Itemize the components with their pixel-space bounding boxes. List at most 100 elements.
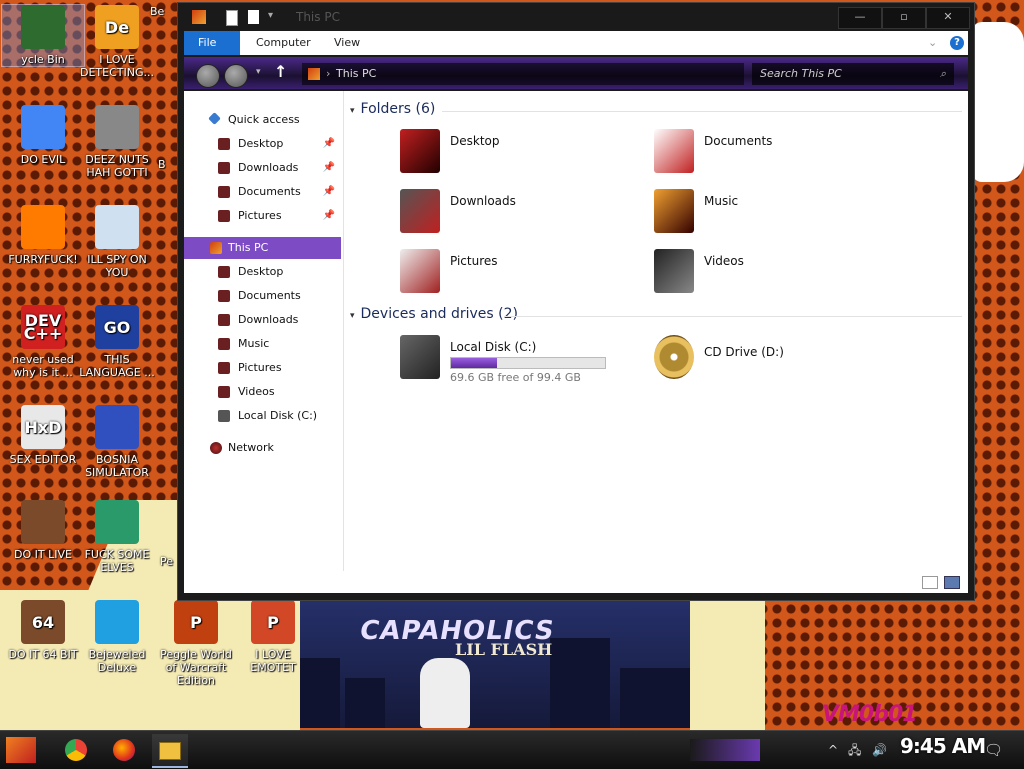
group-drives-header[interactable]: ▾ Devices and drives (2) bbox=[350, 306, 518, 322]
desktop-icon-label: DO IT LIVE bbox=[14, 548, 72, 561]
tab-file[interactable]: File bbox=[184, 31, 240, 55]
desktop-icon[interactable]: HxD SEX EDITOR bbox=[2, 405, 84, 466]
folder-icon bbox=[218, 186, 230, 198]
close-button[interactable]: ✕ bbox=[926, 7, 970, 29]
taskbar-file-explorer[interactable] bbox=[152, 734, 188, 768]
nav-pc-item[interactable]: Videos bbox=[184, 381, 341, 403]
tab-computer[interactable]: Computer bbox=[242, 31, 325, 55]
nav-quick-item[interactable]: Downloads 📌 bbox=[184, 157, 341, 179]
properties-icon[interactable] bbox=[226, 10, 238, 26]
large-icons-view-icon[interactable] bbox=[944, 576, 960, 589]
minimize-button[interactable]: — bbox=[838, 7, 882, 29]
title-bar[interactable]: ▾ This PC — ▫ ✕ bbox=[178, 3, 974, 31]
folder-tile[interactable]: Downloads bbox=[400, 189, 600, 241]
search-input[interactable]: Search This PC ⌕ bbox=[752, 63, 954, 85]
tab-view[interactable]: View bbox=[320, 31, 374, 55]
desktop-icon[interactable]: FURRYFUCK! bbox=[2, 205, 84, 266]
nav-quick-item[interactable]: Pictures 📌 bbox=[184, 205, 341, 227]
group-label: Folders (6) bbox=[360, 101, 436, 117]
desktop-icon[interactable]: P I LOVE EMOTET bbox=[232, 600, 314, 674]
desktop-icon[interactable]: DO EVIL bbox=[2, 105, 84, 166]
desktop-icon[interactable]: BOSNIA SIMULATOR bbox=[76, 405, 158, 479]
nav-pc-item[interactable]: Downloads bbox=[184, 309, 341, 331]
pin-icon[interactable]: 📌 bbox=[323, 205, 335, 227]
this-pc-icon bbox=[210, 242, 222, 254]
pin-icon[interactable]: 📌 bbox=[323, 157, 335, 179]
desktop-icon-label-partial[interactable]: Be bbox=[150, 5, 180, 18]
nav-quick-item[interactable]: Desktop 📌 bbox=[184, 133, 341, 155]
folder-name: Documents bbox=[704, 134, 773, 148]
folder-tile[interactable]: Videos bbox=[654, 249, 854, 301]
desktop-icon-label: Peggle World of Warcraft Edition bbox=[160, 648, 232, 687]
wallpaper-shape bbox=[690, 598, 765, 730]
ribbon-expand-icon[interactable]: ⌄ bbox=[928, 36, 937, 49]
desktop-icon[interactable]: Bejeweled Deluxe bbox=[76, 600, 158, 674]
chevron-down-icon[interactable]: ▾ bbox=[268, 10, 282, 24]
nav-network[interactable]: Network bbox=[184, 437, 341, 459]
breadcrumb-this-pc[interactable]: This PC bbox=[336, 63, 376, 85]
pin-icon[interactable]: 📌 bbox=[323, 181, 335, 203]
volume-icon[interactable]: 🔊 bbox=[872, 731, 887, 769]
desktop-icon[interactable]: ILL SPY ON YOU bbox=[76, 205, 158, 279]
wallpaper-shape bbox=[972, 22, 1024, 182]
taskbar-chrome[interactable] bbox=[58, 734, 94, 766]
desktop-icon-image bbox=[21, 5, 65, 49]
desktop-icon[interactable]: GO THIS LANGUAGE ... bbox=[76, 305, 158, 379]
search-icon[interactable]: ⌕ bbox=[940, 63, 946, 85]
network-tray-icon[interactable]: 🖧 bbox=[848, 731, 861, 769]
desktop-icon[interactable]: DEEZ NUTS HAH GOTTI bbox=[76, 105, 158, 179]
desktop-icon[interactable]: 64 DO IT 64 BIT bbox=[2, 600, 84, 661]
nav-pc-item[interactable]: Pictures bbox=[184, 357, 341, 379]
pin-icon[interactable]: 📌 bbox=[323, 133, 335, 155]
action-center-icon[interactable]: 🗨 bbox=[984, 731, 1003, 769]
desktop-icon[interactable]: FUCK SOME ELVES bbox=[76, 500, 158, 574]
nav-pc-item[interactable]: Documents bbox=[184, 285, 341, 307]
maximize-button[interactable]: ▫ bbox=[882, 7, 926, 29]
desktop-icon[interactable]: DO IT LIVE bbox=[2, 500, 84, 561]
up-arrow-icon[interactable]: ↑ bbox=[274, 62, 287, 81]
folder-tile[interactable]: Documents bbox=[654, 129, 854, 181]
group-folders-header[interactable]: ▾ Folders (6) bbox=[350, 101, 435, 117]
desktop-icon[interactable]: ycle Bin bbox=[1, 4, 85, 67]
desktop-icon[interactable]: DEV C++ never used why is it ... bbox=[2, 305, 84, 379]
drive-local-disk-c[interactable]: Local Disk (C:) 69.6 GB free of 99.4 GB bbox=[400, 335, 620, 387]
clock[interactable]: 9:45 AM bbox=[900, 734, 986, 758]
desktop-icon-image: P bbox=[174, 600, 218, 644]
collapse-icon[interactable]: ▾ bbox=[350, 106, 355, 116]
desktop-icon-label: DO IT 64 BIT bbox=[8, 648, 78, 661]
breadcrumb-separator-icon: › bbox=[326, 67, 331, 80]
breadcrumb[interactable]: › This PC bbox=[302, 63, 744, 85]
recent-locations-icon[interactable]: ▾ bbox=[256, 67, 261, 77]
forward-button[interactable] bbox=[224, 64, 248, 88]
nav-this-pc[interactable]: This PC bbox=[184, 237, 341, 259]
folder-tile[interactable]: Pictures bbox=[400, 249, 600, 301]
desktop-icon-image bbox=[95, 405, 139, 449]
navigation-pane: Quick access Desktop 📌 Downloads 📌 Documents… bbox=[184, 91, 344, 571]
nav-pc-item[interactable]: Desktop bbox=[184, 261, 341, 283]
drive-cd-d[interactable]: CD Drive (D:) bbox=[654, 335, 874, 387]
folder-tile[interactable]: Music bbox=[654, 189, 854, 241]
desktop-icon-label: FURRYFUCK! bbox=[8, 253, 78, 266]
taskbar-firefox[interactable] bbox=[106, 734, 142, 766]
folder-tile[interactable]: Desktop bbox=[400, 129, 600, 181]
nav-label: Desktop bbox=[238, 265, 284, 278]
desktop-icon-label: DEEZ NUTS HAH GOTTI bbox=[85, 153, 149, 179]
back-button[interactable] bbox=[196, 64, 220, 88]
folder-icon bbox=[218, 138, 230, 150]
help-icon[interactable]: ? bbox=[950, 36, 964, 50]
start-button[interactable] bbox=[6, 737, 36, 763]
nav-pc-item[interactable]: Local Disk (C:) bbox=[184, 405, 341, 427]
explorer-window[interactable]: ▾ This PC — ▫ ✕ File Computer View ⌄ ? ▾… bbox=[177, 2, 975, 601]
desktop-icon[interactable]: P Peggle World of Warcraft Edition bbox=[155, 600, 237, 687]
new-folder-icon[interactable] bbox=[248, 10, 259, 24]
tray-overflow-icon[interactable]: ^ bbox=[828, 731, 838, 769]
nav-quick-access[interactable]: Quick access bbox=[184, 109, 341, 131]
details-view-icon[interactable] bbox=[922, 576, 938, 589]
nav-label: Pictures bbox=[238, 209, 282, 222]
nav-pc-item[interactable]: Music bbox=[184, 333, 341, 355]
desktop-icon-label: THIS LANGUAGE ... bbox=[79, 353, 155, 379]
desktop-icon[interactable]: De I LOVE DETECTING... bbox=[76, 5, 158, 79]
collapse-icon[interactable]: ▾ bbox=[350, 311, 355, 321]
desktop-icon-image: De bbox=[95, 5, 139, 49]
nav-quick-item[interactable]: Documents 📌 bbox=[184, 181, 341, 203]
